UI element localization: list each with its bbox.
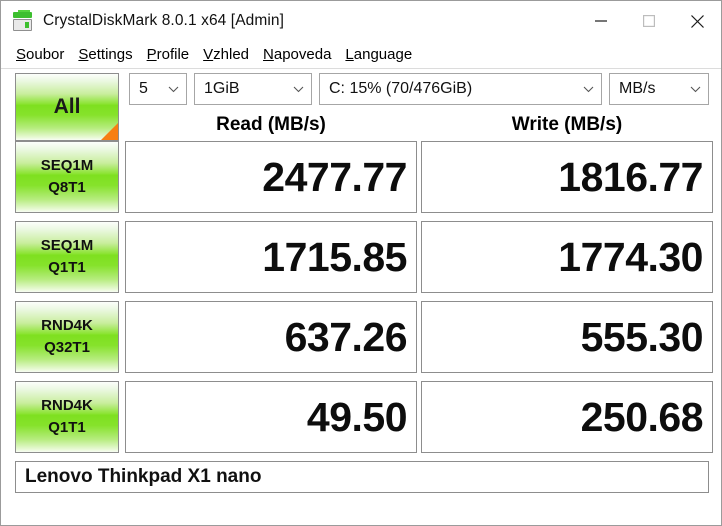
table-row: RND4K Q32T1 637.26 555.30 — [1, 301, 722, 379]
write-column-header: Write (MB/s) — [511, 114, 623, 135]
close-icon — [690, 14, 704, 28]
main-content: All 5 1GiB C: 15% (70/476GiB) MB/s Read … — [1, 69, 721, 525]
menu-accel: S — [78, 46, 89, 63]
test-label-line2: Q32T1 — [44, 339, 90, 356]
read-bar-fill — [126, 382, 257, 452]
window-title: CrystalDiskMark 8.0.1 x64 [Admin] — [43, 12, 285, 29]
write-result-value: 1816.77 — [558, 153, 703, 200]
write-result-value: 555.30 — [580, 313, 704, 360]
write-result-value: 1774.30 — [558, 233, 703, 280]
minimize-button[interactable] — [577, 1, 625, 41]
test-label-line1: SEQ1M — [40, 157, 94, 175]
results-grid: SEQ1M Q8T1 2477.77 1816.77 SEQ1M Q1T1 17… — [1, 141, 722, 461]
read-result-value: 49.50 — [306, 393, 408, 440]
menu-label: oubor — [26, 46, 65, 63]
chevron-down-icon — [166, 86, 180, 93]
device-status-bar[interactable]: Lenovo Thinkpad X1 nano — [15, 461, 709, 493]
chevron-down-icon — [581, 86, 595, 93]
read-column-header: Read (MB/s) — [216, 114, 326, 135]
read-result-cell: 2477.77 — [125, 141, 417, 213]
crystaldiskmark-window: CrystalDiskMark 8.0.1 x64 [Admin] Soubor… — [0, 0, 722, 526]
test-label-seq1m-q8t1[interactable]: SEQ1M Q8T1 — [15, 141, 119, 213]
read-result-value: 1715.85 — [262, 233, 407, 280]
chevron-down-icon — [291, 86, 305, 93]
menu-item-vzhled[interactable]: Vzhled — [196, 45, 256, 64]
read-result-value: 2477.77 — [262, 153, 407, 200]
test-count-select[interactable]: 5 — [129, 73, 187, 105]
write-bar-fill — [422, 302, 599, 372]
test-label-line1: SEQ1M — [40, 237, 94, 255]
menu-label: rofile — [156, 46, 190, 63]
maximize-icon — [643, 15, 655, 27]
chevron-down-icon — [688, 86, 702, 93]
menu-item-napoveda[interactable]: Napoveda — [256, 45, 338, 64]
read-result-cell: 49.50 — [125, 381, 417, 453]
menu-accel: V — [203, 46, 214, 63]
run-all-button[interactable]: All — [15, 73, 119, 141]
disk-drive-icon — [12, 10, 34, 32]
menu-label: zhled — [213, 46, 250, 63]
close-button[interactable] — [673, 1, 721, 41]
table-row: RND4K Q1T1 49.50 250.68 — [1, 381, 722, 459]
test-label-seq1m-q1t1[interactable]: SEQ1M Q1T1 — [15, 221, 119, 293]
write-result-cell: 250.68 — [421, 381, 713, 453]
window-controls — [577, 1, 721, 41]
target-drive-value: C: 15% (70/476GiB) — [329, 80, 473, 97]
test-size-select[interactable]: 1GiB — [194, 73, 312, 105]
test-count-value: 5 — [139, 80, 148, 97]
device-name: Lenovo Thinkpad X1 nano — [25, 466, 262, 487]
unit-value: MB/s — [619, 80, 656, 97]
write-bar-fill — [422, 382, 535, 452]
orange-corner-marker — [101, 123, 118, 140]
title-bar: CrystalDiskMark 8.0.1 x64 [Admin] — [1, 1, 721, 41]
read-result-value: 637.26 — [284, 313, 408, 360]
minimize-icon — [595, 20, 607, 22]
read-bar-fill — [126, 302, 309, 372]
test-label-rnd4k-q1t1[interactable]: RND4K Q1T1 — [15, 381, 119, 453]
menu-item-profile[interactable]: Profile — [140, 45, 197, 64]
table-row: SEQ1M Q1T1 1715.85 1774.30 — [1, 221, 722, 299]
menu-accel: S — [16, 46, 27, 63]
read-result-cell: 1715.85 — [125, 221, 417, 293]
write-result-cell: 1774.30 — [421, 221, 713, 293]
unit-select[interactable]: MB/s — [609, 73, 709, 105]
menu-bar: Soubor Settings Profile Vzhled Napoveda … — [1, 41, 721, 69]
write-result-cell: 555.30 — [421, 301, 713, 373]
run-all-label: All — [53, 95, 81, 118]
menu-item-settings[interactable]: Settings — [71, 45, 139, 64]
write-result-cell: 1816.77 — [421, 141, 713, 213]
test-label-rnd4k-q32t1[interactable]: RND4K Q32T1 — [15, 301, 119, 373]
menu-item-soubor[interactable]: Soubor — [9, 45, 71, 64]
test-label-line1: RND4K — [41, 317, 93, 335]
target-drive-select[interactable]: C: 15% (70/476GiB) — [319, 73, 602, 105]
menu-label: anguage — [353, 46, 413, 63]
menu-item-language[interactable]: Language — [338, 45, 419, 64]
menu-label: ettings — [88, 46, 133, 63]
test-label-line1: RND4K — [41, 397, 93, 415]
menu-accel: N — [263, 46, 274, 63]
menu-accel: L — [345, 46, 354, 63]
table-row: SEQ1M Q8T1 2477.77 1816.77 — [1, 141, 722, 219]
read-result-cell: 637.26 — [125, 301, 417, 373]
menu-accel: P — [146, 46, 157, 63]
menu-label: apoveda — [273, 46, 332, 63]
test-label-line2: Q8T1 — [48, 179, 86, 196]
maximize-button[interactable] — [625, 1, 673, 41]
test-label-line2: Q1T1 — [48, 259, 86, 276]
test-label-line2: Q1T1 — [48, 419, 86, 436]
test-size-value: 1GiB — [204, 80, 240, 97]
write-result-value: 250.68 — [580, 393, 704, 440]
